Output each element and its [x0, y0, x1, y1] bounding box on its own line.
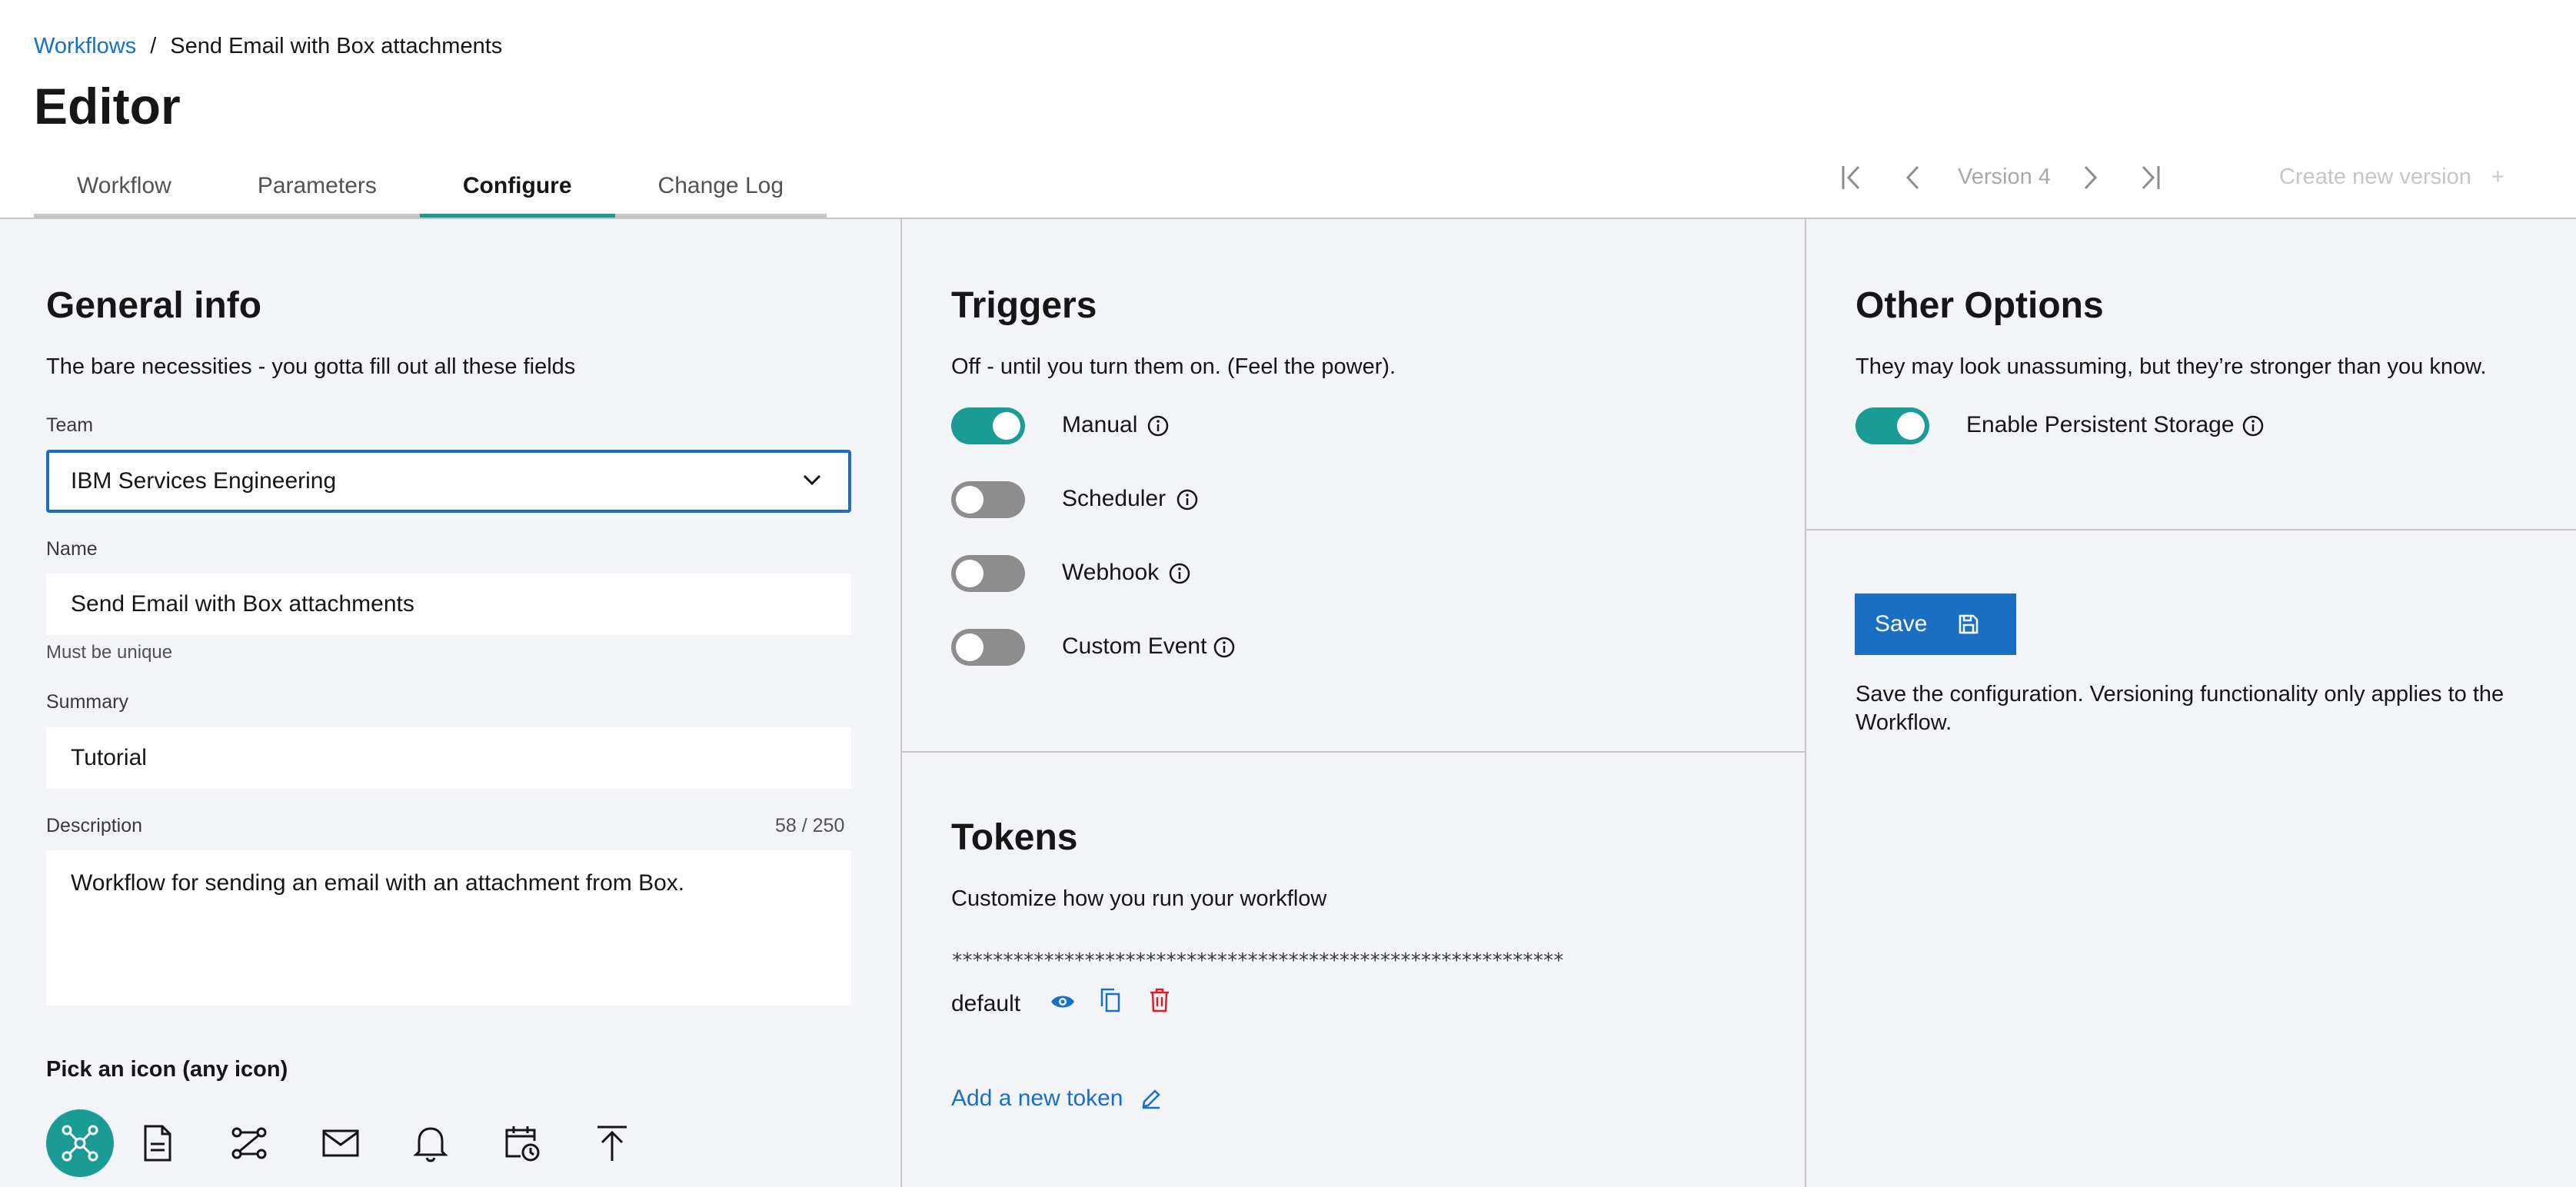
scheduler-trigger-toggle[interactable] — [951, 481, 1025, 518]
chevron-down-icon — [803, 474, 821, 486]
network-icon[interactable] — [46, 1109, 114, 1177]
manual-info-icon[interactable] — [1147, 414, 1170, 437]
tab-workflow[interactable]: Workflow — [34, 158, 215, 218]
notification-icon[interactable] — [408, 1120, 454, 1166]
summary-label: Summary — [46, 691, 128, 713]
edit-pencil-icon — [1141, 1089, 1160, 1109]
tokens-title: Tokens — [951, 817, 1078, 858]
tab-change-log[interactable]: Change Log — [614, 158, 827, 218]
options-save-divider — [1806, 529, 2576, 530]
breadcrumb-current: Send Email with Box attachments — [170, 34, 503, 58]
tokens-subtitle: Customize how you run your workflow — [951, 886, 1327, 911]
name-field[interactable]: Send Email with Box attachments — [46, 574, 851, 635]
toggle-knob — [1897, 412, 1925, 440]
description-textarea[interactable]: Workflow for sending an email with an at… — [46, 850, 851, 1006]
general-info-panel: General info The bare necessities - you … — [0, 219, 900, 1187]
name-label: Name — [46, 538, 98, 560]
delete-token-icon[interactable] — [1148, 987, 1171, 1013]
custom-event-info-icon[interactable] — [1213, 636, 1236, 659]
description-char-count: 58 / 250 — [775, 815, 845, 836]
persistent-storage-label: Enable Persistent Storage — [1966, 412, 2235, 437]
create-new-version-button[interactable]: Create new version + — [2279, 165, 2504, 190]
breadcrumb: Workflows / Send Email with Box attachme… — [34, 34, 502, 59]
email-icon[interactable] — [318, 1120, 364, 1166]
manual-trigger-toggle[interactable] — [951, 407, 1025, 444]
token-masked-value: ****************************************… — [951, 949, 1565, 973]
add-token-label: Add a new token — [951, 1086, 1123, 1111]
plus-icon: + — [2491, 165, 2504, 189]
toggle-knob — [956, 560, 983, 587]
tab-list: Workflow Parameters Configure Change Log — [34, 158, 827, 218]
other-options-title: Other Options — [1855, 285, 2104, 326]
previous-version-icon[interactable] — [1896, 160, 1930, 195]
save-icon — [1959, 614, 1979, 634]
description-textarea-value: Workflow for sending an email with an at… — [71, 870, 685, 896]
description-label: Description — [46, 815, 143, 836]
toggle-knob — [956, 633, 983, 661]
triggers-subtitle: Off - until you turn them on. (Feel the … — [951, 354, 1396, 379]
tab-parameters[interactable]: Parameters — [214, 158, 420, 218]
create-new-version-label: Create new version — [2279, 165, 2471, 189]
page-title: Editor — [34, 78, 181, 135]
custom-event-trigger-toggle[interactable] — [951, 629, 1025, 666]
summary-field[interactable]: Tutorial — [46, 727, 851, 789]
view-token-icon[interactable] — [1050, 990, 1076, 1013]
triggers-tokens-panel: Triggers Off - until you turn them on. (… — [900, 219, 1806, 1187]
team-select[interactable]: IBM Services Engineering — [46, 450, 851, 513]
save-description: Save the configuration. Versioning funct… — [1855, 682, 2504, 735]
last-version-icon[interactable] — [2133, 160, 2167, 195]
manual-trigger-label: Manual — [1062, 412, 1138, 437]
name-field-value: Send Email with Box attachments — [71, 591, 414, 617]
scheduler-trigger-label: Scheduler — [1062, 486, 1167, 511]
webhook-trigger-label: Webhook — [1062, 560, 1160, 585]
first-version-icon[interactable] — [1835, 160, 1869, 195]
token-name: default — [951, 991, 1021, 1016]
other-options-subtitle: They may look unassuming, but they’re st… — [1855, 354, 2487, 379]
team-select-value: IBM Services Engineering — [71, 468, 337, 494]
summary-field-value: Tutorial — [71, 745, 147, 770]
general-info-subtitle: The bare necessities - you gotta fill ou… — [46, 354, 576, 379]
calendar-clock-icon[interactable] — [499, 1120, 545, 1166]
persistent-storage-info-icon[interactable] — [2242, 414, 2265, 437]
save-button-label: Save — [1875, 611, 1928, 637]
upload-icon[interactable] — [589, 1120, 635, 1166]
document-icon[interactable] — [135, 1120, 181, 1166]
next-version-icon[interactable] — [2073, 160, 2107, 195]
flow-icon[interactable] — [226, 1120, 272, 1166]
persistent-storage-toggle[interactable] — [1855, 407, 1929, 444]
general-info-title: General info — [46, 285, 262, 326]
page-header: Workflows / Send Email with Box attachme… — [0, 0, 2576, 218]
webhook-trigger-toggle[interactable] — [951, 555, 1025, 592]
name-helper-text: Must be unique — [46, 642, 173, 663]
breadcrumb-workflows-link[interactable]: Workflows — [34, 34, 136, 59]
breadcrumb-separator: / — [150, 34, 157, 58]
add-token-link[interactable]: Add a new token — [951, 1086, 1162, 1112]
tab-configure[interactable]: Configure — [419, 158, 615, 218]
triggers-title: Triggers — [951, 285, 1097, 326]
triggers-tokens-divider — [902, 751, 1806, 753]
toggle-knob — [956, 486, 983, 514]
copy-token-icon[interactable] — [1099, 987, 1122, 1013]
icon-picker-label: Pick an icon (any icon) — [46, 1057, 288, 1082]
save-button[interactable]: Save — [1855, 594, 2016, 655]
toggle-knob — [993, 412, 1020, 440]
other-options-panel: Other Options They may look unassuming, … — [1805, 219, 2576, 1187]
version-label: Version 4 — [1958, 165, 2051, 189]
custom-event-trigger-label: Custom Event — [1062, 633, 1207, 659]
webhook-info-icon[interactable] — [1168, 562, 1191, 585]
team-label: Team — [46, 414, 94, 436]
scheduler-info-icon[interactable] — [1176, 488, 1199, 511]
